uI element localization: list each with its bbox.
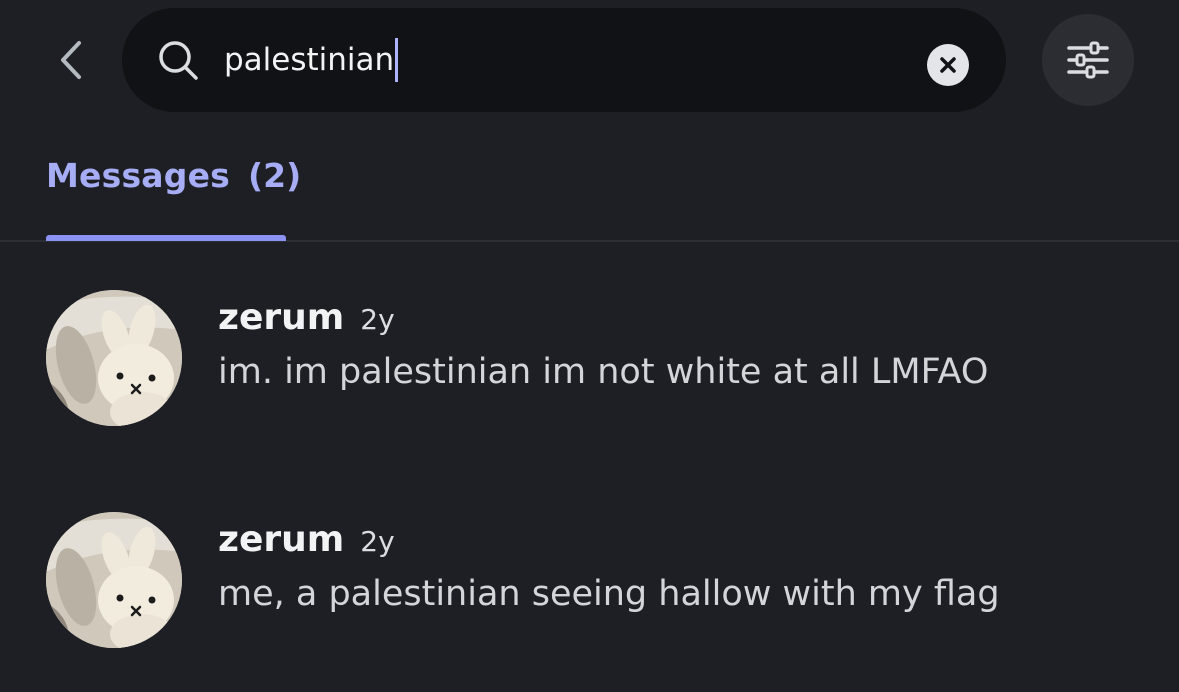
chevron-left-icon xyxy=(61,41,81,79)
search-input[interactable]: palestinian xyxy=(224,34,904,86)
search-query: palestinian xyxy=(224,42,395,78)
message-author[interactable]: zerum 2y xyxy=(218,514,395,568)
message-timestamp: 2y xyxy=(360,303,395,336)
result-tabs: Messages (2) xyxy=(0,130,1179,242)
message-timestamp: 2y xyxy=(360,525,395,558)
tab-messages[interactable]: Messages (2) xyxy=(46,152,301,242)
search-result-item[interactable]: zerum 2y im. im palestinian im not white … xyxy=(0,290,1179,470)
back-button[interactable] xyxy=(40,30,100,90)
clear-search-button[interactable] xyxy=(927,44,969,86)
message-text: im. im palestinian im not white at all L… xyxy=(218,352,989,392)
tab-messages-count: (2) xyxy=(248,156,302,195)
author-name: zerum xyxy=(218,519,345,560)
avatar[interactable] xyxy=(46,290,182,426)
tab-messages-label: Messages xyxy=(46,156,231,195)
bunny-avatar-image xyxy=(46,512,182,648)
filter-button[interactable] xyxy=(1042,14,1134,106)
search-result-item[interactable]: zerum 2y me, a palestinian seeing hallow … xyxy=(0,512,1179,692)
message-author[interactable]: zerum 2y xyxy=(218,292,395,346)
text-caret xyxy=(395,38,399,82)
search-bar[interactable]: palestinian xyxy=(122,8,1006,112)
sliders-icon xyxy=(1067,41,1109,79)
active-tab-indicator xyxy=(46,235,286,241)
close-icon xyxy=(940,57,956,73)
message-text: me, a palestinian seeing hallow with my … xyxy=(218,574,1000,614)
search-header: palestinian xyxy=(0,0,1179,130)
author-name: zerum xyxy=(218,297,345,338)
bunny-avatar-image xyxy=(46,290,182,426)
search-icon xyxy=(159,41,198,80)
avatar[interactable] xyxy=(46,512,182,648)
